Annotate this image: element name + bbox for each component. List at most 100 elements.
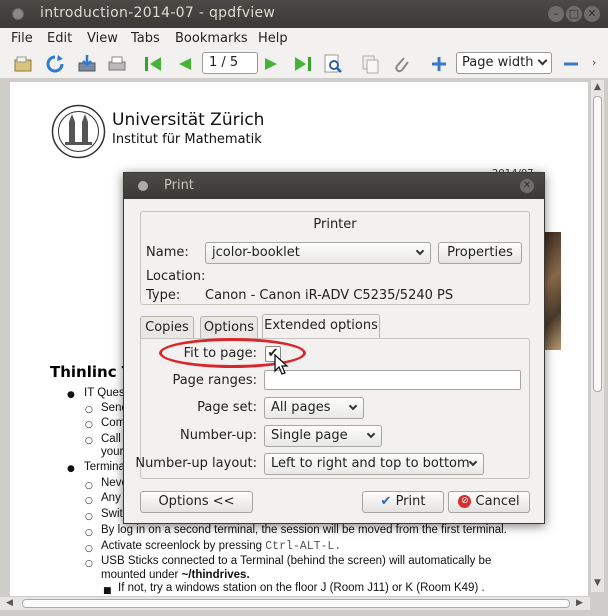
- print-button-label: Print: [395, 494, 426, 509]
- printer-group: Printer Name: jcolor-booklet Properties …: [140, 211, 530, 305]
- printer-name-select[interactable]: jcolor-booklet: [205, 242, 431, 264]
- app-icon: [12, 8, 24, 20]
- bullet-icon: ○: [85, 481, 93, 491]
- bullet-icon: ○: [85, 436, 93, 446]
- doc-line: IT Ques: [84, 387, 125, 399]
- number-up-select[interactable]: Single page: [264, 425, 382, 447]
- window-title: introduction-2014-07 - qpdfview: [40, 5, 276, 21]
- properties-button[interactable]: Properties: [438, 242, 522, 264]
- save-icon[interactable]: [76, 53, 98, 75]
- page-ranges-label: Page ranges:: [172, 373, 257, 388]
- printer-group-title: Printer: [313, 217, 357, 232]
- chevron-down-icon: [468, 457, 478, 467]
- zoom-select-value: Page width: [462, 55, 534, 70]
- copy-icon[interactable]: [360, 53, 382, 75]
- number-up-layout-select[interactable]: Left to right and top to bottom: [264, 453, 484, 475]
- university-subtitle: Institut für Mathematik: [112, 132, 262, 147]
- menu-bar: File Edit View Tabs Bookmarks Help: [0, 28, 608, 50]
- printer-name-value: jcolor-booklet: [212, 245, 300, 260]
- bullet-icon: ○: [85, 512, 93, 522]
- university-title: Universität Zürich: [112, 110, 265, 130]
- shortcut-text: Ctrl-ALT-L.: [265, 540, 342, 553]
- print-icon[interactable]: [106, 53, 128, 75]
- horizontal-scroll-thumb[interactable]: [22, 599, 570, 608]
- name-label: Name:: [146, 245, 189, 260]
- doc-line: Termina: [84, 461, 125, 473]
- menu-view[interactable]: View: [87, 31, 118, 46]
- location-label: Location:: [146, 269, 206, 284]
- chevron-down-icon: [537, 55, 548, 66]
- open-icon[interactable]: [12, 53, 34, 75]
- menu-bookmarks[interactable]: Bookmarks: [175, 31, 248, 46]
- menu-help[interactable]: Help: [258, 31, 288, 46]
- scroll-right-icon[interactable]: ▶: [576, 598, 583, 608]
- check-icon: ✔: [380, 494, 392, 509]
- page-number-input[interactable]: 1 / 5: [202, 52, 258, 74]
- doc-line: Call: [101, 433, 121, 445]
- next-page-icon[interactable]: [260, 53, 282, 75]
- dialog-close-icon[interactable]: ✕: [520, 179, 534, 193]
- previous-page-icon[interactable]: [174, 53, 196, 75]
- page-ranges-input[interactable]: [264, 370, 521, 390]
- doc-line: Any: [101, 492, 121, 504]
- refresh-icon[interactable]: [44, 53, 66, 75]
- doc-line-text: Activate screenlock by pressing: [101, 540, 263, 552]
- number-up-label: Number-up:: [180, 428, 257, 443]
- chevron-down-icon: [348, 401, 358, 411]
- zoom-out-icon[interactable]: [560, 53, 582, 75]
- bullet-icon: ○: [85, 559, 93, 569]
- number-up-layout-label: Number-up layout:: [135, 456, 257, 471]
- tab-options[interactable]: Options: [200, 316, 258, 338]
- doc-line: USB Sticks connected to a Terminal (behi…: [101, 555, 492, 567]
- document-photo: [545, 232, 561, 350]
- vertical-scrollbar[interactable]: ▲ ▼: [590, 80, 604, 592]
- page-set-label: Page set:: [197, 400, 257, 415]
- minimize-icon[interactable]: –: [548, 6, 564, 22]
- menu-edit[interactable]: Edit: [47, 31, 72, 46]
- window-titlebar: introduction-2014-07 - qpdfview – □ ✕: [0, 0, 608, 28]
- scroll-left-icon[interactable]: ◀: [6, 598, 13, 608]
- page-set-value: All pages: [271, 400, 331, 415]
- page-set-select[interactable]: All pages: [264, 397, 364, 419]
- dialog-title: Print: [164, 178, 194, 193]
- options-toggle-button[interactable]: Options <<: [140, 491, 253, 513]
- doc-line: Com: [101, 417, 126, 429]
- bullet-icon: ●: [67, 464, 75, 474]
- cancel-button-label: Cancel: [475, 494, 520, 509]
- scroll-down-icon[interactable]: ▼: [594, 578, 601, 588]
- menu-tabs[interactable]: Tabs: [131, 31, 160, 46]
- close-icon[interactable]: ✕: [584, 6, 600, 22]
- doc-line-text: mounted under: [101, 569, 179, 581]
- tab-copies[interactable]: Copies: [140, 316, 194, 338]
- search-icon[interactable]: [322, 53, 344, 75]
- vertical-scroll-thumb[interactable]: [593, 96, 602, 392]
- doc-line: If not, try a windows station on the flo…: [118, 582, 485, 594]
- chevron-down-icon: [366, 429, 376, 439]
- number-up-layout-value: Left to right and top to bottom: [271, 456, 470, 471]
- doc-line: your: [101, 446, 124, 458]
- mouse-pointer-icon: [274, 354, 289, 375]
- bullet-icon: ○: [85, 405, 93, 415]
- university-seal-icon: [51, 104, 106, 159]
- maximize-icon[interactable]: □: [566, 6, 582, 22]
- bullet-icon: ●: [67, 390, 75, 400]
- attachment-icon[interactable]: [390, 53, 412, 75]
- print-button[interactable]: ✔ Print: [362, 491, 444, 513]
- last-page-icon[interactable]: [292, 53, 314, 75]
- zoom-select[interactable]: Page width: [456, 52, 552, 74]
- chevron-down-icon: [415, 246, 425, 256]
- dialog-app-icon: [138, 181, 148, 191]
- path-text: ~/thindrives.: [181, 569, 250, 581]
- tab-extended-options[interactable]: Extended options: [262, 314, 380, 338]
- zoom-in-icon[interactable]: [428, 53, 450, 75]
- cancel-button[interactable]: ⊘ Cancel: [448, 491, 530, 513]
- first-page-icon[interactable]: [142, 53, 164, 75]
- bullet-icon: ■: [103, 586, 112, 596]
- scroll-up-icon[interactable]: ▲: [594, 82, 601, 92]
- horizontal-scrollbar[interactable]: ◀ ▶: [0, 596, 590, 610]
- doc-line: Swit: [101, 508, 123, 520]
- type-label: Type:: [146, 288, 181, 303]
- toolbar-overflow-icon[interactable]: ›: [592, 56, 596, 69]
- bullet-icon: ○: [85, 528, 93, 538]
- menu-file[interactable]: File: [11, 31, 33, 46]
